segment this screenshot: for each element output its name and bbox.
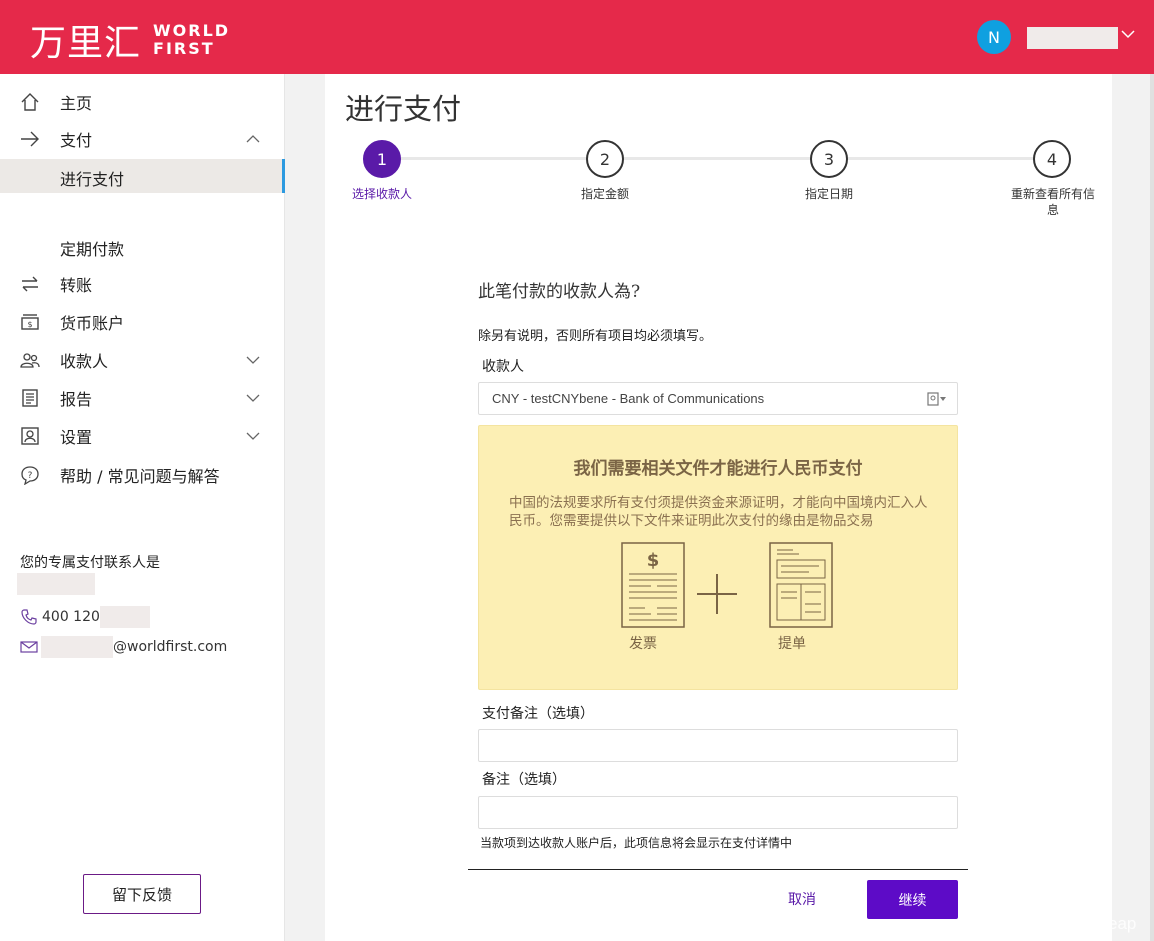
email-user-redacted bbox=[41, 636, 113, 658]
feedback-button[interactable]: 留下反馈 bbox=[83, 874, 201, 914]
logo-en-line2: FIRST bbox=[153, 39, 215, 58]
step-2-circle: 2 bbox=[586, 140, 624, 178]
sidebar-item-help[interactable]: ? 帮助 / 常见问题与解答 bbox=[0, 457, 285, 493]
contact-dropdown-icon[interactable] bbox=[927, 391, 947, 407]
sidebar: 主页 支付 进行支付 定期付款 转账 $ 货币账户 收款人 报告 设置 ? 帮助… bbox=[0, 74, 285, 941]
sidebar-item-label: 转账 bbox=[60, 276, 93, 295]
sidebar-item-label: 设置 bbox=[60, 428, 93, 447]
payee-question: 此笔付款的收款人為? bbox=[478, 282, 641, 302]
sidebar-item-label: 报告 bbox=[60, 390, 93, 409]
step-3-label: 指定日期 bbox=[804, 187, 853, 201]
top-header: 万里汇 WORLD FIRST N bbox=[0, 0, 1154, 74]
transfer-icon bbox=[22, 276, 38, 292]
sidebar-item-label: 进行支付 bbox=[60, 170, 125, 189]
logo-chinese-text: 万里汇 bbox=[30, 23, 142, 64]
step-4-label: 重新查看所有信息 bbox=[1010, 187, 1095, 217]
sidebar-item-label: 收款人 bbox=[60, 352, 109, 371]
notice-title: 我们需要相关文件才能进行人民币支付 bbox=[573, 459, 863, 479]
sidebar-item-label: 定期付款 bbox=[60, 240, 125, 259]
mail-icon bbox=[20, 641, 38, 653]
page-title: 进行支付 bbox=[345, 92, 462, 126]
settings-icon bbox=[21, 427, 39, 445]
logo-english-text: WORLD FIRST bbox=[153, 22, 230, 58]
invoice-label: 发票 bbox=[629, 636, 657, 652]
svg-text:?: ? bbox=[28, 471, 33, 481]
logo-en-line1: WORLD bbox=[153, 21, 231, 40]
main-content: 进行支付 1 选择收款人 2 指定金额 3 指定日期 4 重新查看所有信息 此笔… bbox=[325, 74, 1112, 941]
step-3-circle: 3 bbox=[810, 140, 848, 178]
wallet-icon: $ bbox=[21, 314, 39, 330]
sidebar-item-label: 帮助 / 常见问题与解答 bbox=[60, 467, 220, 486]
plus-icon bbox=[697, 574, 737, 614]
chevron-up-icon[interactable] bbox=[246, 132, 260, 146]
contact-phone-text: 400 120 bbox=[42, 609, 100, 625]
scrollbar[interactable] bbox=[1150, 74, 1154, 941]
chevron-down-icon[interactable] bbox=[246, 429, 260, 443]
sidebar-item-settings[interactable]: 设置 bbox=[0, 418, 285, 454]
sidebar-item-transfer[interactable]: 转账 bbox=[0, 266, 285, 302]
sidebar-item-payments[interactable]: 支付 bbox=[0, 121, 285, 157]
phone-icon bbox=[21, 609, 37, 625]
watermark-text: eap bbox=[1108, 914, 1137, 933]
payee-label: 收款人 bbox=[482, 359, 524, 375]
contact-name-redacted bbox=[17, 573, 95, 595]
chevron-down-icon[interactable] bbox=[1120, 26, 1136, 42]
sidebar-item-home[interactable]: 主页 bbox=[0, 84, 285, 120]
remark-label: 备注（选填） bbox=[482, 772, 566, 788]
people-icon bbox=[20, 353, 40, 368]
payment-reference-label: 支付备注（选填） bbox=[482, 706, 594, 722]
sidebar-item-payees[interactable]: 收款人 bbox=[0, 342, 285, 378]
form-divider bbox=[468, 869, 968, 870]
user-name-redacted[interactable] bbox=[1027, 27, 1118, 49]
payment-reference-input[interactable] bbox=[478, 729, 958, 762]
step-1-circle: 1 bbox=[363, 140, 401, 178]
payee-select-value: CNY - testCNYbene - Bank of Communicatio… bbox=[492, 391, 765, 406]
sidebar-item-label: 货币账户 bbox=[60, 314, 125, 333]
step-1-label: 选择收款人 bbox=[351, 187, 412, 201]
continue-button[interactable]: 继续 bbox=[867, 880, 958, 919]
help-icon: ? bbox=[21, 466, 39, 485]
invoice-document-icon: $ bbox=[621, 542, 685, 628]
sidebar-subitem-scheduled-payments[interactable]: 定期付款 bbox=[0, 229, 285, 263]
chevron-down-icon[interactable] bbox=[246, 353, 260, 367]
home-icon bbox=[21, 93, 39, 111]
arrow-right-icon bbox=[21, 131, 39, 147]
svg-text:$: $ bbox=[647, 550, 660, 571]
contact-email-domain: @worldfirst.com bbox=[113, 639, 228, 655]
report-icon bbox=[22, 389, 38, 407]
user-avatar[interactable]: N bbox=[977, 20, 1011, 54]
chevron-down-icon[interactable] bbox=[246, 391, 260, 405]
notice-body: 中国的法规要求所有支付须提供资金来源证明，才能向中国境内汇入人民币。您需要提供以… bbox=[509, 495, 928, 529]
required-note: 除另有说明，否则所有项目均必须填写。 bbox=[478, 329, 713, 344]
rmb-document-notice: 我们需要相关文件才能进行人民币支付 中国的法规要求所有支付须提供资金来源证明，才… bbox=[478, 425, 958, 690]
contact-phone[interactable]: 400 120 bbox=[20, 606, 150, 628]
payee-select[interactable]: CNY - testCNYbene - Bank of Communicatio… bbox=[478, 382, 958, 415]
phone-redacted bbox=[99, 606, 150, 628]
sidebar-item-label: 主页 bbox=[60, 94, 93, 113]
cancel-button[interactable]: 取消 bbox=[765, 884, 839, 914]
bill-of-lading-icon bbox=[769, 542, 833, 628]
svg-text:$: $ bbox=[27, 320, 32, 329]
sidebar-item-currency-accounts[interactable]: $ 货币账户 bbox=[0, 304, 285, 340]
bill-of-lading-label: 提单 bbox=[778, 636, 806, 652]
remark-hint: 当款项到达收款人账户后，此项信息将会显示在支付详情中 bbox=[480, 836, 793, 850]
contact-title: 您的专属支付联系人是 bbox=[20, 555, 160, 571]
sidebar-item-label: 支付 bbox=[60, 131, 93, 150]
stepper-track bbox=[383, 157, 1053, 160]
right-gutter bbox=[1112, 74, 1154, 941]
step-2-label: 指定金额 bbox=[580, 187, 629, 201]
contact-email[interactable]: @worldfirst.com bbox=[20, 636, 227, 658]
sidebar-item-reports[interactable]: 报告 bbox=[0, 380, 285, 416]
step-4-circle: 4 bbox=[1033, 140, 1071, 178]
sidebar-subitem-make-payment[interactable]: 进行支付 bbox=[0, 159, 285, 193]
remark-input[interactable] bbox=[478, 796, 958, 829]
worldfirst-logo[interactable]: 万里汇 WORLD FIRST bbox=[30, 14, 230, 66]
